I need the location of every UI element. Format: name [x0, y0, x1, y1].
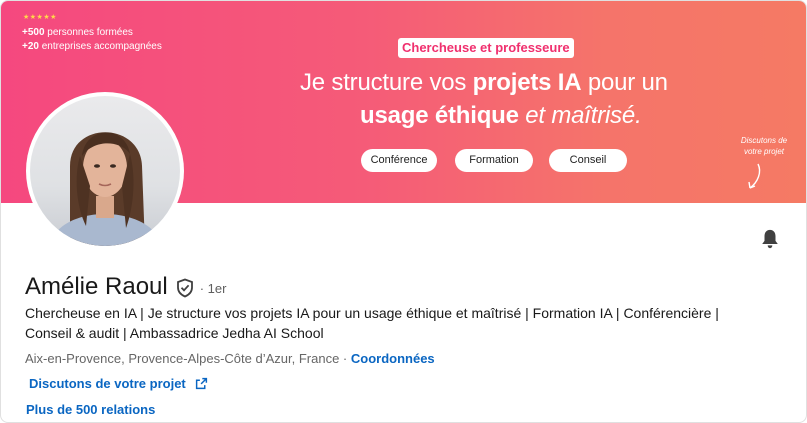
profile-photo: [30, 96, 180, 246]
banner-headline-line1: Je structure vos projets IA pour un: [300, 69, 668, 97]
curved-arrow-icon: [748, 163, 761, 189]
profile-card: ★★★★★ +500 personnes formées +20 entrepr…: [0, 0, 807, 423]
bell-icon[interactable]: [759, 228, 781, 250]
chip-formation: Formation: [455, 149, 533, 172]
profile-headline: Chercheuse en IA | Je structure vos proj…: [25, 305, 719, 341]
banner-headline-text1: Je structure vos: [300, 69, 473, 96]
banner-headline-bold2: usage éthique: [360, 102, 519, 129]
discuss-note-line2: votre projet: [743, 147, 785, 156]
profile-name: Amélie Raoul: [25, 273, 168, 300]
connections-link[interactable]: Plus de 500 relations: [26, 402, 155, 417]
profile-avatar[interactable]: [26, 92, 184, 250]
chip-conference: Conférence: [361, 149, 437, 172]
stat-trained-text: personnes formées: [44, 27, 133, 38]
location-row: Aix-en-Provence, Provence-Alpes-Côte d’A…: [25, 351, 435, 366]
connection-degree: · 1er: [199, 280, 227, 296]
banner-headline-line2: usage éthique et maîtrisé.: [360, 102, 642, 130]
banner-headline-bold1: projets IA: [472, 69, 582, 96]
discuss-note-line1: Discutons de: [740, 136, 788, 145]
discuss-note: Discutons de votre projet: [734, 135, 794, 157]
location-separator: ·: [339, 351, 351, 366]
stat-companies: +20 entreprises accompagnées: [22, 41, 162, 52]
stat-companies-number: +20: [22, 41, 39, 52]
discuss-project-label: Discutons de votre projet: [29, 376, 186, 391]
banner-headline-text2: pour un: [581, 69, 668, 96]
stat-trained: +500 personnes formées: [22, 27, 133, 38]
banner-headline-italic: et maîtrisé.: [518, 102, 642, 129]
contact-info-link[interactable]: Coordonnées: [351, 351, 435, 366]
stat-companies-text: entreprises accompagnées: [38, 41, 162, 52]
rating-stars: ★★★★★: [23, 14, 57, 21]
location-text: Aix-en-Provence, Provence-Alpes-Côte d’A…: [25, 351, 340, 366]
stat-trained-number: +500: [22, 27, 45, 38]
chip-conseil: Conseil: [549, 149, 627, 172]
profile-name-row: Amélie Raoul · 1er: [25, 273, 226, 301]
external-link-icon: [195, 377, 207, 390]
role-label: Chercheuse et professeure: [398, 38, 574, 58]
discuss-project-link[interactable]: Discutons de votre projet: [29, 376, 208, 391]
shield-check-icon[interactable]: [176, 278, 194, 298]
